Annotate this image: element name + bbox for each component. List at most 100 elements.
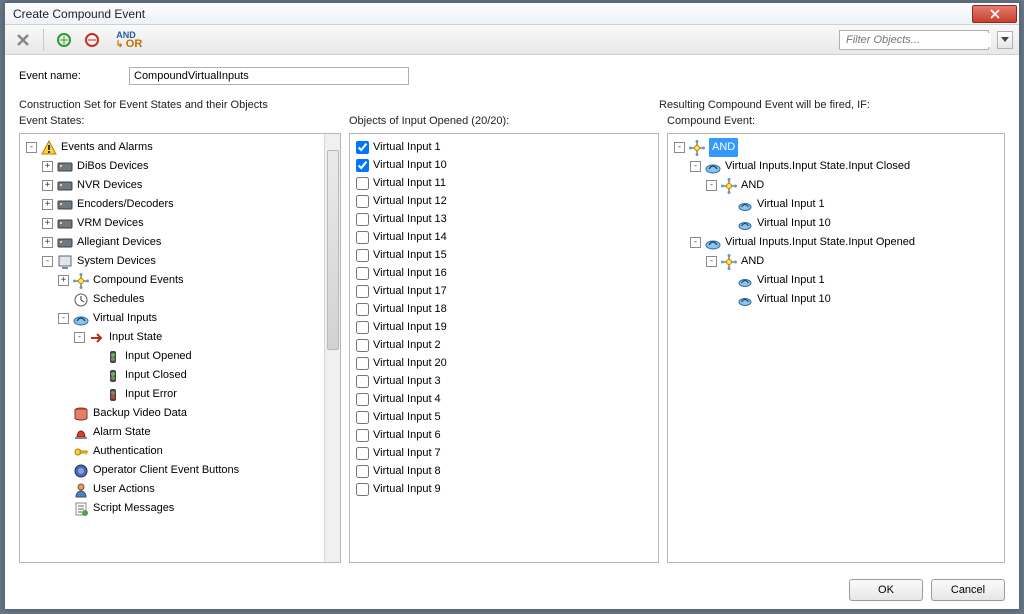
tree-item[interactable]: Input Closed (22, 366, 322, 385)
object-list-item[interactable]: Virtual Input 16 (352, 264, 656, 282)
object-list-item[interactable]: Virtual Input 17 (352, 282, 656, 300)
object-checkbox[interactable] (356, 357, 369, 370)
ok-button[interactable]: OK (849, 579, 923, 601)
tree-item[interactable]: +Compound Events (22, 271, 322, 290)
object-list-item[interactable]: Virtual Input 1 (352, 138, 656, 156)
tree-item[interactable]: +NVR Devices (22, 176, 322, 195)
tree-item[interactable]: +VRM Devices (22, 214, 322, 233)
object-list-item[interactable]: Virtual Input 6 (352, 426, 656, 444)
object-list-item[interactable]: Virtual Input 10 (352, 156, 656, 174)
object-checkbox[interactable] (356, 339, 369, 352)
object-checkbox[interactable] (356, 231, 369, 244)
expand-icon[interactable]: + (42, 237, 53, 248)
add-include-button[interactable] (52, 28, 76, 52)
object-checkbox[interactable] (356, 195, 369, 208)
compound-tree-item[interactable]: Virtual Input 1 (670, 271, 1002, 290)
system-icon (57, 254, 73, 270)
collapse-icon[interactable]: - (706, 180, 717, 191)
cancel-button[interactable]: Cancel (931, 579, 1005, 601)
collapse-icon[interactable]: - (74, 332, 85, 343)
object-checkbox[interactable] (356, 213, 369, 226)
tree-item[interactable]: Script Messages (22, 499, 322, 518)
compound-tree-item[interactable]: -AND (670, 252, 1002, 271)
collapse-icon[interactable]: - (674, 142, 685, 153)
filter-dropdown[interactable] (997, 31, 1013, 49)
collapse-icon[interactable]: - (706, 256, 717, 267)
tree-item[interactable]: +Allegiant Devices (22, 233, 322, 252)
tree-item[interactable]: -Events and Alarms (22, 138, 322, 157)
expand-icon[interactable]: + (58, 275, 69, 286)
expand-icon[interactable]: + (42, 161, 53, 172)
compound-tree-label: Virtual Inputs.Input State.Input Opened (725, 233, 915, 252)
filter-input[interactable] (844, 33, 991, 47)
object-checkbox[interactable] (356, 429, 369, 442)
object-checkbox[interactable] (356, 159, 369, 172)
object-checkbox[interactable] (356, 141, 369, 154)
object-checkbox[interactable] (356, 411, 369, 424)
tree-item-label: Input State (109, 328, 162, 347)
tree-item[interactable]: Operator Client Event Buttons (22, 461, 322, 480)
object-checkbox[interactable] (356, 303, 369, 316)
add-exclude-button[interactable] (80, 28, 104, 52)
tree-item[interactable]: User Actions (22, 480, 322, 499)
object-list-item[interactable]: Virtual Input 11 (352, 174, 656, 192)
tree-item[interactable]: Authentication (22, 442, 322, 461)
delete-button[interactable] (11, 28, 35, 52)
window-close-button[interactable] (972, 5, 1017, 23)
object-list-item[interactable]: Virtual Input 9 (352, 480, 656, 498)
and-or-button[interactable]: AND ↳ OR (108, 28, 144, 52)
collapse-icon[interactable]: - (690, 161, 701, 172)
vinput-small-icon (737, 197, 753, 213)
object-list-item[interactable]: Virtual Input 3 (352, 372, 656, 390)
object-checkbox[interactable] (356, 267, 369, 280)
tree-item[interactable]: -Virtual Inputs (22, 309, 322, 328)
object-checkbox[interactable] (356, 465, 369, 478)
expand-icon[interactable]: + (42, 218, 53, 229)
scrollbar[interactable] (324, 134, 340, 562)
object-checkbox[interactable] (356, 393, 369, 406)
collapse-icon[interactable]: - (42, 256, 53, 267)
expand-icon[interactable]: + (42, 199, 53, 210)
tree-item[interactable]: Backup Video Data (22, 404, 322, 423)
object-checkbox[interactable] (356, 447, 369, 460)
collapse-icon[interactable]: - (26, 142, 37, 153)
object-list-item[interactable]: Virtual Input 2 (352, 336, 656, 354)
tree-item[interactable]: +Encoders/Decoders (22, 195, 322, 214)
compound-tree-item[interactable]: Virtual Input 10 (670, 214, 1002, 233)
tree-item[interactable]: Input Opened (22, 347, 322, 366)
object-list-item[interactable]: Virtual Input 14 (352, 228, 656, 246)
compound-tree-item[interactable]: - Virtual Inputs.Input State.Input Opened (670, 233, 1002, 252)
object-checkbox[interactable] (356, 249, 369, 262)
object-list-item[interactable]: Virtual Input 5 (352, 408, 656, 426)
object-list-item[interactable]: Virtual Input 7 (352, 444, 656, 462)
compound-tree-item[interactable]: Virtual Input 10 (670, 290, 1002, 309)
object-checkbox[interactable] (356, 321, 369, 334)
tree-item[interactable]: Input Error (22, 385, 322, 404)
collapse-icon[interactable]: - (690, 237, 701, 248)
tree-item[interactable]: - Input State (22, 328, 322, 347)
tree-item[interactable]: +DiBos Devices (22, 157, 322, 176)
object-checkbox[interactable] (356, 375, 369, 388)
object-list-item[interactable]: Virtual Input 4 (352, 390, 656, 408)
object-list-item[interactable]: Virtual Input 13 (352, 210, 656, 228)
compound-tree-item[interactable]: -AND (670, 138, 1002, 157)
object-checkbox[interactable] (356, 177, 369, 190)
compound-tree-item[interactable]: Virtual Input 1 (670, 195, 1002, 214)
tree-item[interactable]: Schedules (22, 290, 322, 309)
object-checkbox[interactable] (356, 285, 369, 298)
object-list-item[interactable]: Virtual Input 12 (352, 192, 656, 210)
event-name-input[interactable] (129, 67, 409, 85)
object-list-item[interactable]: Virtual Input 19 (352, 318, 656, 336)
object-list-item[interactable]: Virtual Input 8 (352, 462, 656, 480)
object-list-item[interactable]: Virtual Input 15 (352, 246, 656, 264)
compound-tree-item[interactable]: -AND (670, 176, 1002, 195)
compound-tree-label: Virtual Input 10 (757, 290, 831, 309)
tree-item[interactable]: Alarm State (22, 423, 322, 442)
compound-tree-item[interactable]: -Virtual Inputs.Input State.Input Closed (670, 157, 1002, 176)
object-list-item[interactable]: Virtual Input 20 (352, 354, 656, 372)
object-checkbox[interactable] (356, 483, 369, 496)
object-list-item[interactable]: Virtual Input 18 (352, 300, 656, 318)
collapse-icon[interactable]: - (58, 313, 69, 324)
expand-icon[interactable]: + (42, 180, 53, 191)
tree-item[interactable]: -System Devices (22, 252, 322, 271)
